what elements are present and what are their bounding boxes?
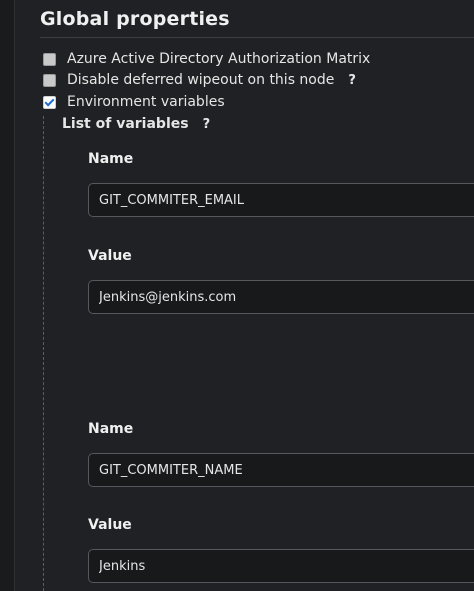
gutter-divider xyxy=(14,0,15,591)
option-azure-ad-matrix[interactable]: Azure Active Directory Authorization Mat… xyxy=(43,51,370,67)
checkbox-azure-ad-matrix[interactable] xyxy=(43,52,56,66)
section-divider xyxy=(40,37,474,38)
variable-2-name-label: Name xyxy=(88,421,134,437)
option-environment-variables[interactable]: Environment variables xyxy=(43,94,225,110)
left-gutter xyxy=(0,0,14,591)
option-label: Environment variables xyxy=(67,94,225,110)
variable-2-value-label: Value xyxy=(88,517,132,533)
list-of-variables-label: List of variables? xyxy=(62,116,210,132)
help-icon[interactable]: ? xyxy=(348,73,356,88)
variable-2-value-input[interactable] xyxy=(88,549,474,583)
variable-1-name-label: Name xyxy=(88,151,134,167)
help-icon[interactable]: ? xyxy=(203,117,211,132)
option-disable-deferred-wipeout[interactable]: Disable deferred wipeout on this node ? xyxy=(43,72,356,88)
checkbox-environment-variables[interactable] xyxy=(43,95,56,109)
nested-section-guide xyxy=(43,116,44,591)
list-label-text: List of variables xyxy=(62,116,189,132)
variable-1-name-input[interactable] xyxy=(88,183,474,217)
option-label: Disable deferred wipeout on this node xyxy=(67,72,335,88)
option-label: Azure Active Directory Authorization Mat… xyxy=(67,51,371,67)
section-title: Global properties xyxy=(40,8,230,30)
variable-2-name-input[interactable] xyxy=(88,453,474,487)
checkbox-disable-deferred-wipeout[interactable] xyxy=(43,73,56,87)
variable-1-value-label: Value xyxy=(88,248,132,264)
variable-1-value-input[interactable] xyxy=(88,280,474,314)
